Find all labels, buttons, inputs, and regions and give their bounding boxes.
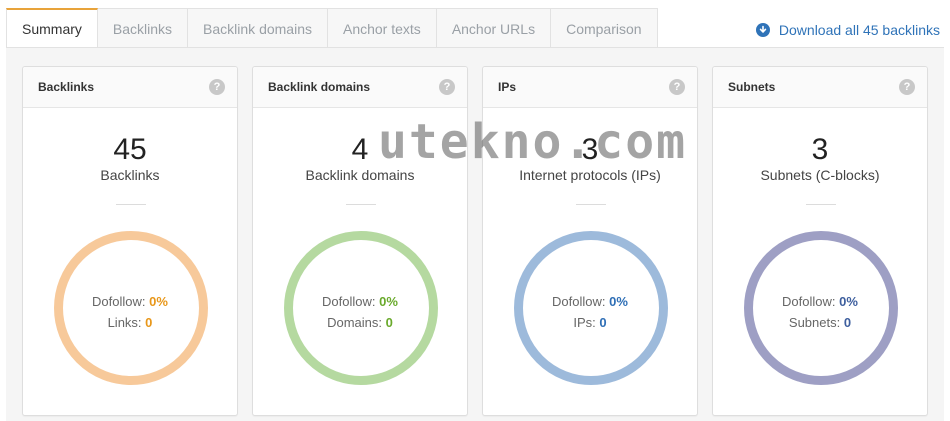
domains-count: 4: [351, 133, 369, 166]
help-icon[interactable]: ?: [439, 79, 455, 95]
ips-label: IPs:: [573, 315, 596, 330]
dofollow-label: Dofollow:: [552, 294, 606, 309]
help-icon[interactable]: ?: [899, 79, 915, 95]
ips-sublabel: Internet protocols (IPs): [519, 167, 661, 183]
domains-sublabel: Backlink domains: [305, 167, 415, 183]
domains-value: 0: [385, 315, 393, 330]
backlinks-stats: Dofollow: 0% Links: 0: [23, 291, 237, 333]
card-title: Backlink domains: [268, 80, 371, 94]
divider: [806, 204, 836, 205]
tab-summary[interactable]: Summary: [6, 8, 98, 48]
card-title: IPs: [498, 80, 517, 94]
tab-anchor-urls[interactable]: Anchor URLs: [436, 8, 552, 48]
divider: [116, 204, 146, 205]
card-ips: IPs ? 3 Internet protocols (IPs) Dofollo…: [482, 66, 698, 416]
download-all-label: Download all 45 backlinks: [778, 22, 940, 38]
card-header: Subnets ?: [713, 67, 927, 108]
card-title: Backlinks: [38, 80, 95, 94]
subnets-value: 0: [843, 315, 852, 330]
dofollow-value: 0%: [379, 294, 398, 309]
dofollow-label: Dofollow:: [782, 294, 836, 309]
card-header: Backlink domains ?: [253, 67, 467, 108]
card-title: Subnets: [728, 80, 776, 94]
tabs: Summary Backlinks Backlink domains Ancho…: [6, 8, 658, 48]
help-icon[interactable]: ?: [669, 79, 685, 95]
tab-bar: Summary Backlinks Backlink domains Ancho…: [0, 0, 950, 48]
tab-backlinks[interactable]: Backlinks: [97, 8, 189, 48]
card-header: IPs ?: [483, 67, 697, 108]
tab-anchor-texts[interactable]: Anchor texts: [327, 8, 437, 48]
links-label: Links:: [107, 315, 142, 330]
download-all-link[interactable]: Download all 45 backlinks: [755, 22, 940, 38]
card-backlink-domains: Backlink domains ? 4 Backlink domains Do…: [252, 66, 468, 416]
dofollow-label: Dofollow:: [322, 294, 376, 309]
card-header: Backlinks ?: [23, 67, 237, 108]
subnets-sublabel: Subnets (C-blocks): [760, 167, 880, 183]
dofollow-value: 0%: [609, 294, 628, 309]
subnets-count: 3: [811, 133, 829, 166]
dofollow-value: 0%: [149, 294, 168, 309]
domains-label: Domains:: [327, 315, 383, 330]
backlinks-count: 45: [113, 133, 147, 166]
subnets-stats: Dofollow: 0% Subnets: 0: [713, 291, 927, 333]
ips-value: 0: [599, 315, 607, 330]
backlinks-sublabel: Backlinks: [100, 167, 160, 183]
dofollow-label: Dofollow:: [92, 294, 146, 309]
domains-stats: Dofollow: 0% Domains: 0: [253, 291, 467, 333]
tab-backlink-domains[interactable]: Backlink domains: [188, 8, 328, 48]
ips-count: 3: [581, 133, 599, 166]
download-circle-icon: [755, 23, 770, 37]
subnets-label: Subnets:: [788, 315, 841, 330]
divider: [576, 204, 606, 205]
divider: [346, 204, 376, 205]
links-value: 0: [145, 315, 153, 330]
ips-stats: Dofollow: 0% IPs: 0: [483, 291, 697, 333]
card-backlinks: Backlinks ? 45 Backlinks Dofollow: 0% Li…: [22, 66, 238, 416]
tab-comparison[interactable]: Comparison: [551, 8, 658, 48]
help-icon[interactable]: ?: [209, 79, 225, 95]
dofollow-value: 0%: [839, 294, 858, 309]
card-subnets: Subnets ? 3 Subnets (C-blocks) Dofollow:…: [712, 66, 928, 416]
